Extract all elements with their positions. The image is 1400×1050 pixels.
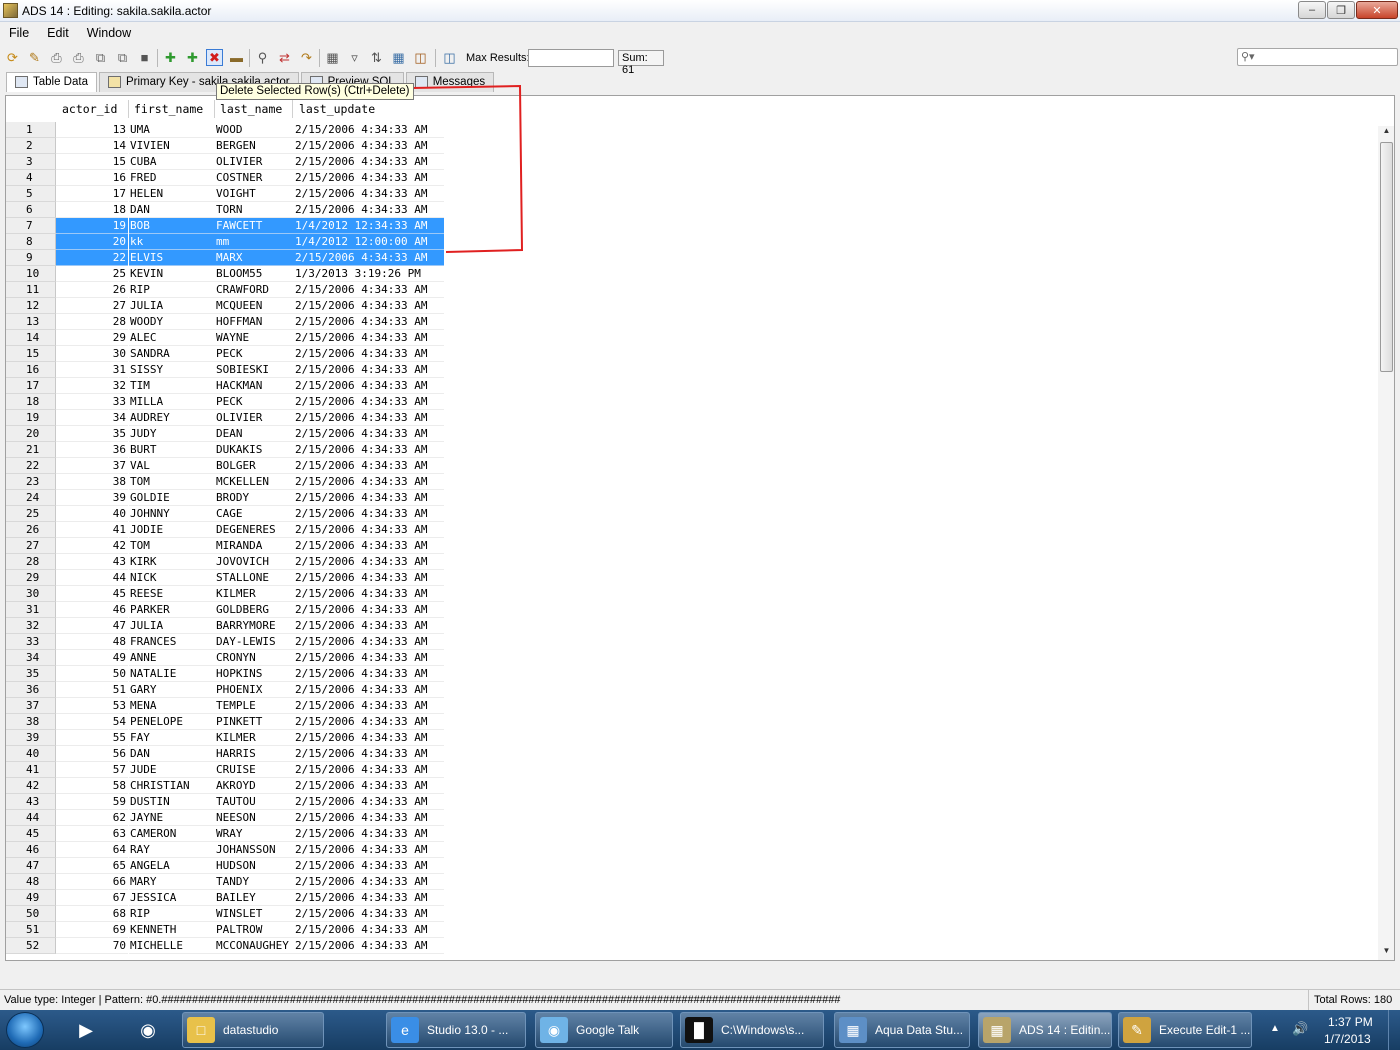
red-annotation-bracket [411,84,524,253]
tooltip: Delete Selected Row(s) (Ctrl+Delete) [216,83,414,100]
